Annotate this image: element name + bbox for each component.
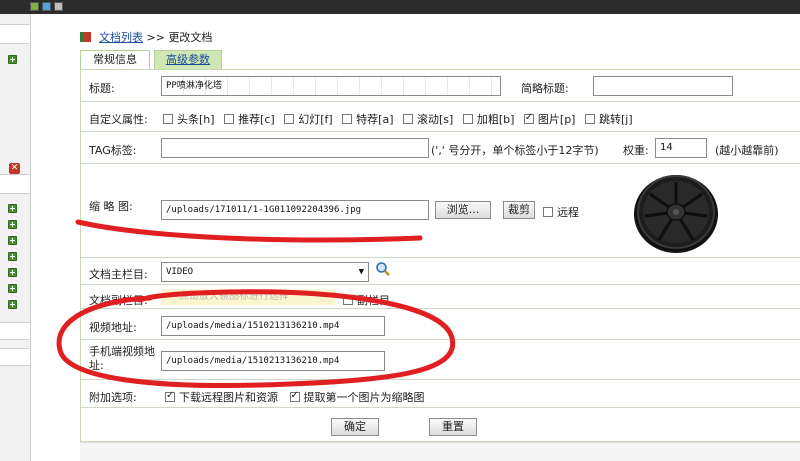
form-actions: 确定 重置 xyxy=(81,408,800,442)
app-icon-blue[interactable] xyxy=(42,2,51,11)
tag-hint: (',' 号分开，单个标签小于12字节) xyxy=(431,144,599,157)
first-image-thumbnail-checkbox[interactable] xyxy=(289,390,300,402)
extra-options-group: 下载远程图片和资源 提取第一个图片为缩略图 xyxy=(165,389,431,405)
sub-column-label: 文档副栏目: xyxy=(89,294,148,307)
confirm-button[interactable]: 确定 xyxy=(331,418,379,436)
video-url-input[interactable]: /uploads/media/1510213136210.mp4 xyxy=(161,316,385,336)
sidebar-box xyxy=(0,348,31,366)
weight-label: 权重: xyxy=(623,144,649,157)
add-icon[interactable] xyxy=(8,300,17,309)
magnifier-icon[interactable] xyxy=(375,261,391,277)
sub-column-picker[interactable]: 点击放大镜图标进行选择 xyxy=(161,289,336,305)
add-icon[interactable] xyxy=(8,220,17,229)
triangle-down-icon: ▼ xyxy=(358,267,364,277)
tab-advanced-params[interactable]: 高级参数 xyxy=(154,50,222,69)
mobile-video-url-input[interactable]: /uploads/media/1510213136210.mp4 xyxy=(161,351,385,371)
attr-slideshow[interactable]: 幻灯[f] xyxy=(284,113,333,126)
remote-option[interactable]: 远程 xyxy=(543,204,579,220)
add-icon[interactable] xyxy=(8,268,17,277)
title-input[interactable]: PP喷淋净化塔 xyxy=(161,76,501,96)
main-column-label: 文档主栏目: xyxy=(89,268,148,281)
thumbnail-path-input[interactable]: /uploads/171011/1-1G011092204396.jpg xyxy=(161,200,429,220)
attr-picture[interactable]: 图片[p] xyxy=(523,112,575,126)
title-label: 标题: xyxy=(89,82,115,95)
attr-scroll[interactable]: 滚动[s] xyxy=(403,113,453,126)
browse-button[interactable]: 浏览... xyxy=(435,201,491,219)
app-icon-green[interactable] xyxy=(30,2,39,11)
crop-button[interactable]: 裁剪 xyxy=(503,201,535,219)
reset-button[interactable]: 重置 xyxy=(429,418,477,436)
app-icon-gray[interactable] xyxy=(54,2,63,11)
attr-checkbox-checked[interactable] xyxy=(523,112,534,124)
sub-column-option[interactable]: 副栏目 xyxy=(343,292,390,308)
mobile-video-url-label: 手机端视频地 址: xyxy=(89,345,155,372)
video-url-label: 视频地址: xyxy=(89,321,137,334)
bottom-strip xyxy=(80,442,800,461)
weight-input[interactable]: 14 xyxy=(655,138,707,158)
attr-special[interactable]: 特荐[a] xyxy=(342,113,394,126)
short-title-label: 简略标题: xyxy=(521,82,569,95)
add-icon[interactable] xyxy=(8,204,17,213)
row-main-column: 文档主栏目: VIDEO ▼ xyxy=(81,258,800,285)
attr-checkbox[interactable] xyxy=(342,114,353,124)
first-image-thumbnail-option[interactable]: 提取第一个图片为缩略图 xyxy=(289,390,425,404)
add-icon[interactable] xyxy=(8,55,17,64)
sidebar-box xyxy=(0,322,31,340)
row-extra-options: 附加选项: 下载远程图片和资源 提取第一个图片为缩略图 xyxy=(81,380,800,408)
attr-checkbox[interactable] xyxy=(163,114,173,124)
attr-checkbox[interactable] xyxy=(403,114,413,124)
sidebar-box xyxy=(0,174,31,194)
tag-input[interactable] xyxy=(161,138,429,158)
breadcrumb: 文档列表 >> 更改文档 xyxy=(80,29,212,45)
left-sidebar: ✕ xyxy=(0,14,31,461)
download-remote-option[interactable]: 下载远程图片和资源 xyxy=(165,390,278,404)
sidebar-box xyxy=(0,24,31,44)
thumbnail-preview-image xyxy=(634,175,718,253)
row-sub-column: 文档副栏目: 点击放大镜图标进行选择 副栏目 xyxy=(81,285,800,309)
row-video-url: 视频地址: /uploads/media/1510213136210.mp4 xyxy=(81,309,800,340)
add-icon[interactable] xyxy=(8,252,17,261)
breadcrumb-link-doc-list[interactable]: 文档列表 xyxy=(99,31,143,44)
extra-options-label: 附加选项: xyxy=(89,391,137,404)
row-mobile-video-url: 手机端视频地 址: /uploads/media/1510213136210.mp… xyxy=(81,340,800,380)
attr-recommend[interactable]: 推荐[c] xyxy=(224,113,275,126)
attr-jump[interactable]: 跳转[j] xyxy=(584,113,633,126)
thumbnail-label: 缩 略 图: xyxy=(89,200,133,213)
download-remote-checkbox[interactable] xyxy=(165,390,175,402)
attr-checkbox[interactable] xyxy=(462,114,473,124)
row-tags: TAG标签: (',' 号分开，单个标签小于12字节) 权重: 14 (越小越靠… xyxy=(81,132,800,164)
breadcrumb-separator: >> xyxy=(146,31,165,44)
attr-headline[interactable]: 头条[h] xyxy=(163,113,215,126)
row-custom-attributes: 自定义属性: 头条[h] 推荐[c] 幻灯[f] 特荐[a] 滚动[s] 加粗[… xyxy=(81,102,800,132)
sub-column-checkbox[interactable] xyxy=(343,295,353,305)
add-icon[interactable] xyxy=(8,236,17,245)
attribute-checkbox-group: 头条[h] 推荐[c] 幻灯[f] 特荐[a] 滚动[s] 加粗[b] 图片[p… xyxy=(163,111,639,127)
short-title-input[interactable] xyxy=(593,76,733,96)
row-title: 标题: PP喷淋净化塔 简略标题: xyxy=(81,70,800,102)
window-topbar xyxy=(0,0,800,14)
breadcrumb-current: 更改文档 xyxy=(168,31,213,44)
attr-checkbox[interactable] xyxy=(224,114,235,124)
attr-bold[interactable]: 加粗[b] xyxy=(462,113,514,126)
tab-general-info[interactable]: 常规信息 xyxy=(80,50,150,69)
attr-checkbox[interactable] xyxy=(284,114,295,124)
main-column-select[interactable]: VIDEO ▼ xyxy=(161,262,369,282)
remote-checkbox[interactable] xyxy=(543,207,553,217)
weight-hint: (越小越靠前) xyxy=(715,144,779,157)
close-icon[interactable]: ✕ xyxy=(9,163,20,174)
attributes-label: 自定义属性: xyxy=(89,113,148,126)
add-icon[interactable] xyxy=(8,284,17,293)
edit-document-form: 标题: PP喷淋净化塔 简略标题: 自定义属性: 头条[h] 推荐[c] 幻灯[… xyxy=(80,69,800,442)
attr-checkbox[interactable] xyxy=(584,114,595,124)
book-icon xyxy=(80,32,91,42)
tag-label: TAG标签: xyxy=(89,144,137,157)
